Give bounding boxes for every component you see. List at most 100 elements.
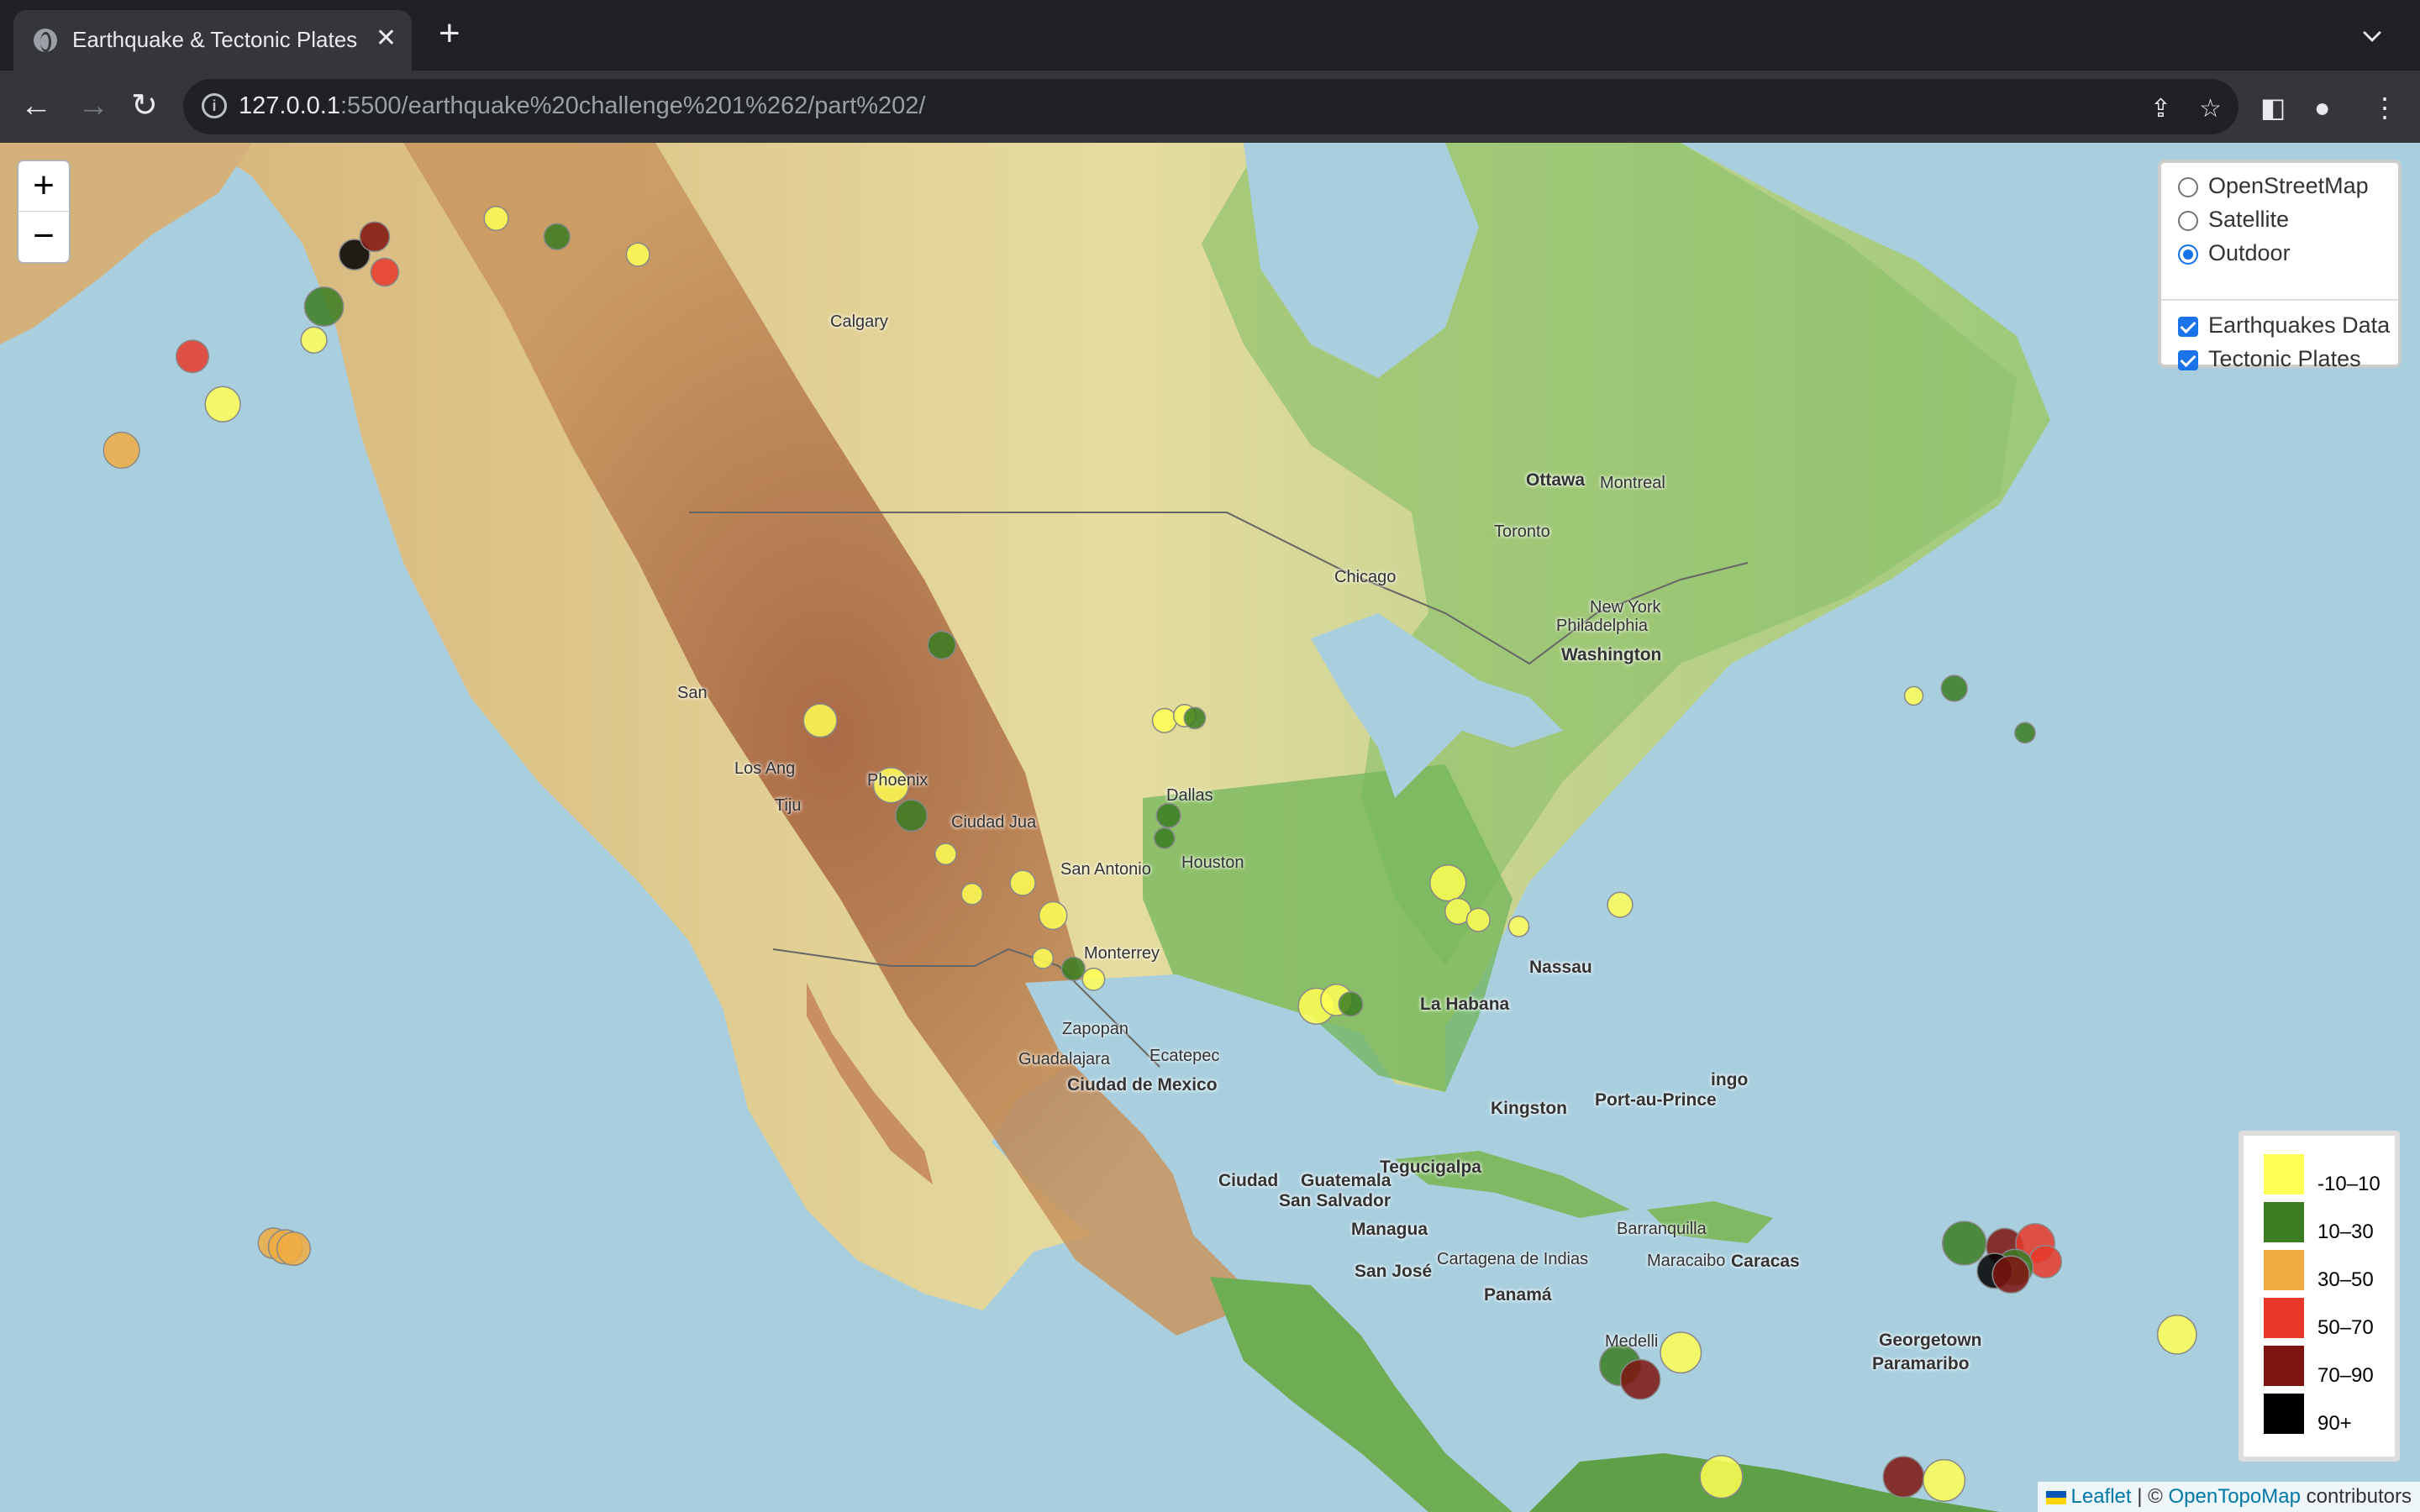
- earthquake-marker[interactable]: [1151, 707, 1177, 733]
- overlay-earthquakes[interactable]: Earthquakes Data: [2178, 312, 2390, 343]
- earthquake-marker[interactable]: [1153, 827, 1176, 849]
- earthquake-marker[interactable]: [1032, 947, 1055, 969]
- earthquake-marker[interactable]: [1903, 685, 1924, 706]
- side-panel-icon[interactable]: ◧: [2260, 92, 2286, 123]
- city-label: ingo: [1711, 1070, 1749, 1089]
- earthquake-marker[interactable]: [802, 703, 838, 738]
- earthquake-marker[interactable]: [300, 326, 328, 354]
- city-label: Managua: [1351, 1220, 1428, 1239]
- earthquake-marker[interactable]: [1940, 675, 1968, 702]
- earthquake-marker[interactable]: [2014, 722, 2036, 744]
- earthquake-marker[interactable]: [1660, 1331, 1702, 1374]
- new-tab-icon[interactable]: +: [439, 15, 460, 52]
- opentopomap-link[interactable]: OpenTopoMap: [2168, 1485, 2300, 1508]
- earthquake-marker[interactable]: [625, 242, 650, 267]
- menu-kebab-icon[interactable]: ⋮: [2371, 92, 2398, 123]
- base-layer-openstreetmap[interactable]: OpenStreetMap: [2178, 173, 2369, 203]
- checkbox-checked-icon[interactable]: [2178, 316, 2198, 337]
- city-label: San José: [1355, 1262, 1433, 1281]
- tab-search-chevron-icon[interactable]: [2363, 24, 2381, 42]
- legend-label: 10–30: [2317, 1221, 2374, 1243]
- city-label: Ciudad Jua: [951, 813, 1037, 832]
- share-icon[interactable]: ⇪: [2150, 94, 2171, 123]
- city-label: Dallas: [1166, 786, 1213, 805]
- earthquake-marker[interactable]: [895, 799, 928, 832]
- earthquake-marker[interactable]: [2156, 1314, 2197, 1355]
- overlay-tectonic-plates[interactable]: Tectonic Plates: [2178, 346, 2361, 376]
- city-label: Zapopan: [1062, 1020, 1128, 1038]
- browser-tab[interactable]: Earthquake & Tectonic Plates ✕: [13, 10, 412, 71]
- leaflet-link[interactable]: Leaflet: [2071, 1485, 2132, 1508]
- zoom-out-button[interactable]: −: [17, 212, 71, 264]
- earthquake-marker[interactable]: [303, 286, 345, 327]
- earthquake-marker[interactable]: [103, 431, 140, 470]
- legend-label: 50–70: [2317, 1316, 2374, 1339]
- radio-selected-icon[interactable]: [2178, 244, 2198, 265]
- earthquake-marker[interactable]: [1338, 991, 1364, 1017]
- city-label: New York: [1590, 598, 1661, 617]
- city-label: Ciudad: [1218, 1171, 1279, 1190]
- zoom-in-button[interactable]: +: [17, 160, 71, 212]
- earthquake-marker[interactable]: [175, 339, 210, 374]
- earthquake-marker[interactable]: [1991, 1255, 2030, 1294]
- earthquake-marker[interactable]: [276, 1231, 312, 1267]
- earthquake-marker[interactable]: [934, 843, 957, 866]
- earthquake-marker[interactable]: [2028, 1244, 2063, 1279]
- base-layer-outdoor[interactable]: Outdoor: [2178, 240, 2291, 270]
- city-label: Guatemala: [1301, 1171, 1392, 1190]
- city-label: Ecatepec: [1150, 1047, 1220, 1065]
- city-label: Philadelphia: [1556, 617, 1648, 635]
- earthquake-marker[interactable]: [1038, 900, 1068, 931]
- ukraine-flag-icon: [2045, 1490, 2066, 1504]
- checkbox-checked-icon[interactable]: [2178, 349, 2198, 370]
- profile-avatar-icon[interactable]: ●: [2314, 92, 2330, 123]
- earthquake-marker[interactable]: [1607, 891, 1634, 918]
- earthquake-marker[interactable]: [1060, 956, 1086, 981]
- earthquake-marker[interactable]: [1619, 1358, 1661, 1400]
- city-label: Washington: [1561, 645, 1662, 664]
- earthquake-marker[interactable]: [359, 221, 391, 253]
- earthquake-marker[interactable]: [370, 257, 400, 287]
- earthquake-marker[interactable]: [543, 223, 571, 250]
- city-label: Montreal: [1600, 474, 1665, 492]
- url-text: 127.0.0.1:5500/earthquake%20challenge%20…: [239, 92, 926, 119]
- site-info-icon[interactable]: i: [202, 93, 227, 118]
- legend-swatch: [2264, 1154, 2304, 1194]
- base-layer-satellite[interactable]: Satellite: [2178, 207, 2289, 237]
- city-label: Paramaribo: [1872, 1354, 1970, 1373]
- legend-label: -10–10: [2317, 1173, 2381, 1195]
- radio-icon[interactable]: [2178, 176, 2198, 197]
- city-label: Guadalajara: [1018, 1050, 1110, 1068]
- tab-close-icon[interactable]: ✕: [376, 24, 397, 54]
- earthquake-marker[interactable]: [1429, 864, 1467, 902]
- earthquake-marker[interactable]: [960, 882, 984, 906]
- earthquake-marker[interactable]: [1155, 802, 1181, 828]
- earthquake-marker[interactable]: [1699, 1455, 1744, 1499]
- earthquake-marker[interactable]: [204, 386, 241, 423]
- earthquake-marker[interactable]: [927, 630, 956, 660]
- map-container[interactable]: Calgary Ottawa Montreal Toronto Chicago New Y…: [0, 143, 2420, 1512]
- earthquake-marker[interactable]: [1882, 1456, 1925, 1499]
- city-label: Tiju: [775, 796, 802, 815]
- legend-label: 90+: [2317, 1412, 2352, 1435]
- earthquake-marker[interactable]: [1465, 907, 1491, 932]
- city-label: Caracas: [1731, 1252, 1800, 1271]
- central-america: [1210, 1277, 1512, 1512]
- bookmark-star-icon[interactable]: ☆: [2199, 94, 2222, 123]
- city-label: Maracaibo: [1647, 1252, 1726, 1270]
- earthquake-marker[interactable]: [1923, 1458, 1966, 1502]
- back-arrow-icon[interactable]: ←: [20, 87, 52, 124]
- city-label: Los Ang: [734, 759, 796, 778]
- earthquake-marker[interactable]: [1081, 967, 1106, 991]
- forward-arrow-icon[interactable]: →: [77, 87, 109, 124]
- reload-icon[interactable]: ↻: [131, 87, 158, 124]
- earthquake-marker[interactable]: [483, 206, 509, 232]
- earthquake-marker[interactable]: [1009, 869, 1036, 896]
- radio-icon[interactable]: [2178, 210, 2198, 231]
- city-label: Houston: [1181, 853, 1244, 872]
- earthquake-marker[interactable]: [1942, 1221, 1987, 1266]
- city-label: Ciudad de Mexico: [1067, 1075, 1218, 1095]
- earthquake-marker[interactable]: [1183, 706, 1207, 730]
- earthquake-marker[interactable]: [1507, 916, 1530, 937]
- address-bar[interactable]: i 127.0.0.1:5500/earthquake%20challenge%…: [183, 79, 2238, 134]
